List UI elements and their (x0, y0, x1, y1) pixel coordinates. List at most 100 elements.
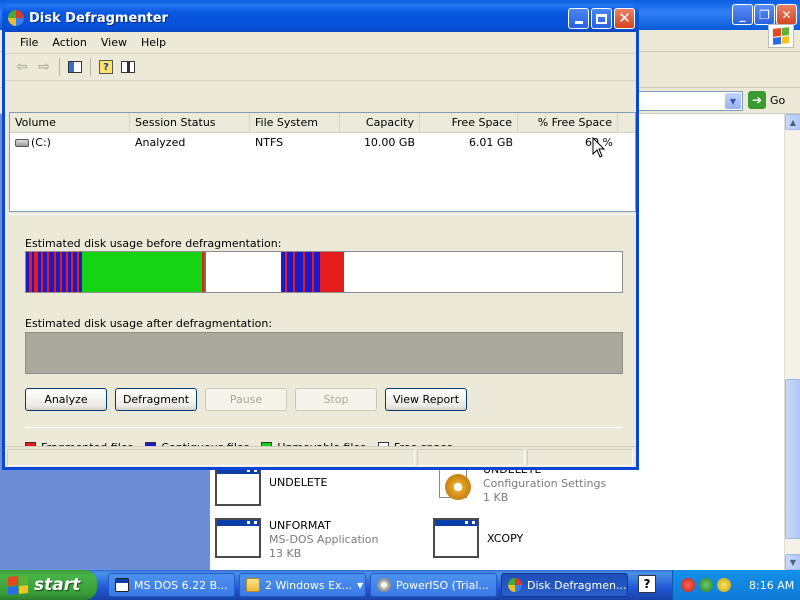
status-bar (5, 446, 636, 467)
go-button[interactable]: ➔ Go (748, 91, 785, 109)
file-name: UNFORMAT (269, 519, 331, 532)
close-icon: ✕ (618, 9, 631, 27)
task-disk-defragmenter[interactable]: Disk Defragmen... (501, 573, 628, 597)
toolbar: ⇦ ⇨ ? (5, 54, 636, 81)
windows-logo-icon (768, 24, 794, 48)
pause-button[interactable]: Pause (205, 388, 287, 411)
back-button[interactable]: ⇦ (11, 56, 33, 78)
menu-action[interactable]: Action (45, 34, 93, 51)
task-label: PowerISO (Trial... (396, 578, 489, 592)
col-session-status[interactable]: Session Status (130, 113, 250, 132)
folder-icon (246, 578, 260, 592)
session-status: Analyzed (135, 135, 186, 149)
chevron-down-icon: ▼ (357, 580, 364, 590)
close-button[interactable]: ✕ (614, 8, 635, 29)
msdos-app-icon (433, 518, 479, 558)
table-row[interactable]: (C:) Analyzed NTFS 10.00 GB 6.01 GB 60 % (10, 133, 635, 151)
menu-view[interactable]: View (94, 34, 134, 51)
col-free-space[interactable]: Free Space (420, 113, 518, 132)
chevron-down-icon[interactable]: ▼ (725, 93, 741, 109)
security-shield-icon[interactable] (681, 578, 695, 592)
task-label: MS DOS 6.22 B... (134, 578, 228, 592)
system-tray: 8:16 AM (672, 570, 800, 600)
toolbar-separator (90, 58, 91, 76)
forward-arrow-icon: ⇨ (38, 59, 50, 75)
before-label: Estimated disk usage before defragmentat… (25, 237, 282, 250)
explorer-close-button[interactable]: ✕ (776, 4, 797, 25)
scroll-up-icon[interactable]: ▲ (785, 114, 800, 130)
col-file-system[interactable]: File System (250, 113, 340, 132)
explorer-restore-button[interactable]: ❐ (754, 4, 775, 25)
analyze-button[interactable]: Analyze (25, 388, 107, 411)
col-pct-free-space[interactable]: % Free Space (518, 113, 618, 132)
list-header: Volume Session Status File System Capaci… (10, 113, 635, 133)
file-size: 1 KB (483, 491, 509, 504)
stop-button[interactable]: Stop (295, 388, 377, 411)
split-view-button[interactable] (117, 56, 139, 78)
toolbar-separator (59, 58, 60, 76)
msdos-app-icon (115, 578, 129, 592)
maximize-icon (596, 13, 607, 24)
file-item-unformat[interactable]: UNFORMAT MS-DOS Application 13 KB (215, 518, 379, 561)
hard-drive-icon (15, 138, 29, 147)
start-button[interactable]: start (0, 570, 97, 600)
menu-help[interactable]: Help (134, 34, 173, 51)
defrag-app-icon (8, 10, 24, 26)
volume-list[interactable]: Volume Session Status File System Capaci… (9, 112, 636, 212)
col-volume[interactable]: Volume (10, 113, 130, 132)
status-cell (7, 449, 415, 466)
after-usage-bar (25, 332, 623, 374)
scroll-down-icon[interactable]: ▼ (785, 554, 800, 570)
file-item-undelete[interactable]: UNDELETE (215, 466, 327, 506)
defrag-client: File Action View Help ⇦ ⇨ ? Volume Sessi… (5, 32, 636, 467)
task-label: 2 Windows Ex... (265, 578, 353, 592)
show-hide-tree-button[interactable] (64, 56, 86, 78)
legend-divider (25, 427, 623, 428)
forward-button[interactable]: ⇨ (33, 56, 55, 78)
help-button[interactable]: ? (95, 56, 117, 78)
before-usage-bar (25, 251, 623, 293)
analysis-pane: Estimated disk usage before defragmentat… (9, 214, 636, 467)
defragment-button[interactable]: Defragment (115, 388, 197, 411)
menubar: File Action View Help (5, 32, 636, 54)
after-label: Estimated disk usage after defragmentati… (25, 317, 273, 330)
menu-file[interactable]: File (13, 34, 45, 51)
scroll-thumb[interactable] (785, 379, 800, 539)
msdos-app-icon (215, 518, 261, 558)
file-name: XCOPY (487, 532, 524, 545)
window-title: Disk Defragmenter (29, 10, 168, 26)
explorer-scrollbar[interactable]: ▲ ▼ (784, 114, 800, 570)
task-msdos[interactable]: MS DOS 6.22 B... (108, 573, 235, 597)
minimize-icon (574, 21, 583, 24)
file-system: NTFS (255, 135, 284, 149)
free-space: 6.01 GB (468, 135, 513, 149)
network-icon[interactable] (699, 578, 713, 592)
taskbar: start MS DOS 6.22 B... 2 Windows Ex... ▼… (0, 570, 800, 600)
minimize-button[interactable] (568, 8, 589, 29)
file-type: MS-DOS Application (269, 533, 379, 546)
address-input[interactable]: ▼ (630, 91, 743, 111)
help-icon: ? (99, 60, 113, 74)
maximize-button[interactable] (591, 8, 612, 29)
file-item-xcopy[interactable]: XCOPY (433, 518, 523, 558)
view-report-button[interactable]: View Report (385, 388, 467, 411)
status-cell (417, 449, 525, 466)
task-poweriso[interactable]: PowerISO (Trial... (370, 573, 497, 597)
file-name: UNDELETE (269, 476, 328, 489)
volume-icon[interactable] (717, 578, 731, 592)
volume-name: (C:) (31, 135, 51, 149)
poweriso-icon (377, 578, 391, 592)
capacity: 10.00 GB (363, 135, 415, 149)
defragmenter-window: Disk Defragmenter ✕ File Action View Hel… (2, 4, 639, 470)
mouse-cursor-icon (592, 137, 606, 158)
task-windows-explorer[interactable]: 2 Windows Ex... ▼ (239, 573, 366, 597)
file-type: Configuration Settings (483, 477, 607, 490)
explorer-minimize-button[interactable]: _ (732, 4, 753, 25)
col-capacity[interactable]: Capacity (340, 113, 420, 132)
clock[interactable]: 8:16 AM (749, 579, 794, 592)
defrag-titlebar[interactable]: Disk Defragmenter ✕ (2, 4, 639, 32)
file-size: 13 KB (269, 547, 302, 560)
back-arrow-icon: ⇦ (16, 59, 28, 75)
go-label: Go (770, 93, 786, 107)
help-icon[interactable]: ? (638, 575, 656, 593)
